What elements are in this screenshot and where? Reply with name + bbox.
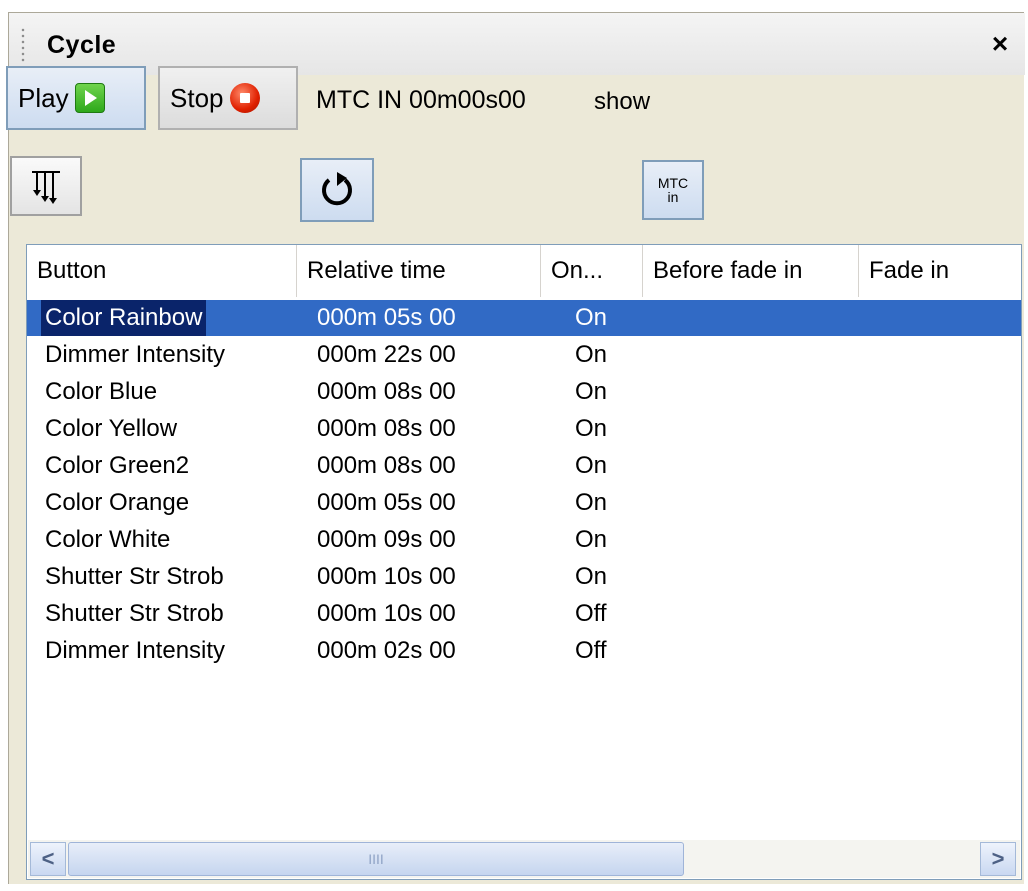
cell-button: Color Green2 [45,452,190,479]
cell-on: On [575,304,608,331]
column-header-on[interactable]: On... [541,245,643,297]
cell-on: On [575,563,608,590]
table-row[interactable]: Color Rainbow 000m 05s 00 On [27,300,1021,336]
panel-title: Cycle [47,31,117,59]
column-header-button[interactable]: Button [27,245,297,297]
cycle-list[interactable]: Button Relative time On... Before fade i… [26,244,1022,880]
cell-button: Dimmer Intensity [45,637,226,664]
cell-button: Color White [45,526,171,553]
cell-on: On [575,341,608,368]
table-row[interactable]: Shutter Str Strob 000m 10s 00 Off [27,596,1021,632]
close-icon[interactable]: × [985,29,1015,59]
table-row[interactable]: Color Blue 000m 08s 00 On [27,374,1021,410]
cell-relative-time: 000m 08s 00 [317,452,456,479]
cell-button: Color Blue [45,378,158,405]
mtc-in-line2: in [667,189,679,205]
stop-button[interactable]: Stop [158,66,298,130]
cell-relative-time: 000m 05s 00 [317,489,456,516]
cell-on: On [575,415,608,442]
cell-on: On [575,452,608,479]
loop-button[interactable] [300,158,374,222]
horizontal-scrollbar[interactable]: < IIII > [28,840,1020,878]
cell-button: Color Rainbow [41,300,207,336]
cell-relative-time: 000m 10s 00 [317,563,456,590]
show-label: show [594,88,651,115]
column-header-relative-time[interactable]: Relative time [297,245,541,297]
sort-order-icon [32,171,60,204]
scrollbar-thumb[interactable]: IIII [68,842,684,876]
table-row[interactable]: Color White 000m 09s 00 On [27,522,1021,558]
cell-on: On [575,526,608,553]
mtc-in-button[interactable]: MTC in [642,160,704,220]
table-row[interactable]: Color Orange 000m 05s 00 On [27,485,1021,521]
cell-relative-time: 000m 08s 00 [317,415,456,442]
sort-order-button[interactable] [10,156,82,216]
cell-on: Off [575,637,607,664]
cell-button: Color Orange [45,489,190,516]
table-row[interactable]: Dimmer Intensity 000m 02s 00 Off [27,633,1021,669]
loop-icon [322,172,352,206]
mtc-in-line1: MTC [657,175,689,191]
cell-on: On [575,378,608,405]
cell-button: Dimmer Intensity [45,341,226,368]
play-icon [74,83,105,113]
column-header-before-fade-in[interactable]: Before fade in [643,245,859,297]
table-row[interactable]: Shutter Str Strob 000m 10s 00 On [27,559,1021,595]
cell-on: On [575,489,608,516]
stop-button-label: Stop [170,82,224,113]
mtc-status: MTC IN 00m00s00 [316,86,526,114]
cell-button: Shutter Str Strob [45,600,224,627]
scroll-left-icon[interactable]: < [30,842,66,876]
cell-relative-time: 000m 02s 00 [317,637,456,664]
column-header-fade-in[interactable]: Fade in [859,245,1021,297]
cell-relative-time: 000m 05s 00 [317,304,456,331]
table-row[interactable]: Color Yellow 000m 08s 00 On [27,411,1021,447]
drag-grip-icon[interactable] [21,27,25,63]
list-header: Button Relative time On... Before fade i… [27,245,1021,297]
play-button[interactable]: Play [6,66,146,130]
thumb-grip: IIII [368,851,384,867]
stop-icon [229,83,260,113]
table-row[interactable]: Color Green2 000m 08s 00 On [27,448,1021,484]
table-row[interactable]: Dimmer Intensity 000m 22s 00 On [27,337,1021,373]
scroll-right-icon[interactable]: > [980,842,1016,876]
cell-relative-time: 000m 09s 00 [317,526,456,553]
cell-button: Color Yellow [45,415,178,442]
cell-relative-time: 000m 22s 00 [317,341,456,368]
cell-relative-time: 000m 08s 00 [317,378,456,405]
cell-relative-time: 000m 10s 00 [317,600,456,627]
cell-button: Shutter Str Strob [45,563,224,590]
cell-on: Off [575,600,607,627]
play-button-label: Play [18,82,69,113]
